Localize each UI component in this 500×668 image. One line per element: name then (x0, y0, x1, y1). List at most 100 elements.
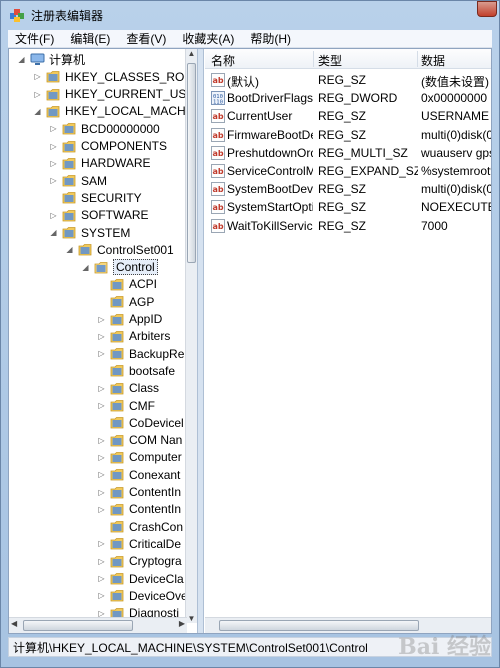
tree-node[interactable]: ◢ HKEY_LOCAL_MACHINE (33, 103, 197, 120)
expand-arrow-icon[interactable]: ▷ (49, 211, 58, 220)
tree-node-label: BCD00000000 (81, 121, 160, 136)
value-type: REG_SZ (318, 218, 367, 233)
value-name: ServiceControlManagerExtension (227, 164, 313, 178)
collapse-arrow-icon[interactable]: ◢ (17, 55, 26, 64)
tree-node[interactable]: ▷ CMF (97, 397, 155, 414)
value-row[interactable]: abWaitToKillServiceTimeout REG_SZ 7000 (205, 217, 491, 235)
tree-scroll-thumb[interactable] (187, 63, 196, 263)
value-row[interactable]: 010 110 BootDriverFlags REG_DWORD 0x00000000… (205, 89, 491, 107)
list-hscroll-thumb[interactable] (219, 620, 419, 631)
expand-arrow-icon[interactable]: ▷ (97, 574, 106, 583)
collapse-arrow-icon[interactable]: ◢ (81, 263, 90, 272)
tree-node[interactable]: ▷ HKEY_CURRENT_USER (33, 86, 197, 103)
column-data-header[interactable]: 数据 (421, 52, 445, 69)
tree-node-label: SOFTWARE (81, 208, 149, 223)
tree-node[interactable]: AGP (97, 293, 154, 310)
expand-arrow-icon[interactable]: ▷ (97, 470, 106, 479)
tree-node[interactable]: ▷ COMPONENTS (49, 138, 167, 155)
expand-arrow-icon[interactable]: ▷ (97, 315, 106, 324)
expand-arrow-icon[interactable]: ▷ (97, 436, 106, 445)
value-row[interactable]: abServiceControlManagerExtension REG_EXPA… (205, 162, 491, 180)
tree-node[interactable]: ▷ ContentIn (97, 484, 181, 501)
scroll-left-arrow-icon[interactable]: ◀ (11, 619, 17, 628)
expand-arrow-icon[interactable]: ▷ (97, 332, 106, 341)
expand-arrow-icon[interactable]: ▷ (97, 384, 106, 393)
tree-node[interactable]: ▷ Class (97, 380, 159, 397)
expand-arrow-icon[interactable]: ▷ (49, 176, 58, 185)
title-bar[interactable]: 注册表编辑器 (1, 1, 499, 29)
tree-node[interactable]: ▷ BackupRe (97, 345, 184, 362)
expand-arrow-icon[interactable]: ▷ (97, 453, 106, 462)
collapse-arrow-icon[interactable]: ◢ (65, 245, 74, 254)
menu-file[interactable]: 文件(F) (12, 30, 57, 47)
tree-node[interactable]: bootsafe (97, 362, 175, 379)
folder-icon (110, 589, 129, 602)
tree-node[interactable]: ◢ 计算机 (17, 51, 85, 68)
string-icon: ab (211, 200, 225, 215)
value-type: REG_SZ (318, 200, 367, 215)
tree-node[interactable]: ▷ Computer (97, 449, 181, 466)
value-row[interactable]: abPreshutdownOrder REG_MULTI_SZ wuauserv g… (205, 144, 491, 162)
column-name-header[interactable]: 名称 (211, 52, 235, 69)
tree-node[interactable]: ▷ DeviceOve (97, 587, 187, 604)
expand-arrow-icon[interactable]: ▷ (97, 505, 106, 514)
tree-node[interactable]: ▷ ContentIn (97, 501, 181, 518)
tree-node[interactable]: CoDevicel (97, 414, 184, 431)
string-icon: ab (211, 73, 225, 87)
tree-horizontal-scrollbar[interactable]: ◀ ▶ (9, 617, 187, 633)
tree-node[interactable]: ◢ ControlSet001 (65, 241, 173, 258)
value-row[interactable]: abSystemStartOptions REG_SZ NOEXECUTE= (205, 198, 491, 216)
string-icon: ab (211, 109, 225, 124)
tree-node[interactable]: ▷ AppID (97, 311, 162, 328)
value-row[interactable]: abFirmwareBootDevice REG_SZ multi(0)disk(0 (205, 126, 491, 144)
expand-arrow-icon[interactable]: ▷ (49, 142, 58, 151)
tree-node[interactable]: ▷ SAM (49, 172, 107, 189)
collapse-arrow-icon[interactable]: ◢ (33, 107, 42, 116)
tree-node[interactable]: CrashCon (97, 518, 183, 535)
expand-arrow-icon[interactable]: ▷ (97, 349, 106, 358)
tree-node[interactable]: ▷ HKEY_CLASSES_ROOT (33, 68, 197, 85)
value-row[interactable]: ab (默认) REG_SZ (数值未设置) (205, 71, 491, 89)
tree-node[interactable]: ACPI (97, 276, 157, 293)
scroll-up-arrow-icon[interactable]: ▲ (187, 49, 196, 58)
tree-node[interactable]: ▷ HARDWARE (49, 155, 150, 172)
binary-icon: 010 110 (211, 91, 225, 106)
close-button[interactable] (477, 1, 497, 17)
expand-arrow-icon[interactable]: ▷ (33, 90, 42, 99)
tree-node[interactable]: ▷ SOFTWARE (49, 207, 149, 224)
expand-arrow-icon[interactable]: ▷ (49, 159, 58, 168)
collapse-arrow-icon[interactable]: ◢ (49, 228, 58, 237)
values-list[interactable]: 名称 类型 数据 ab (默认) REG_SZ (数值未设置) 010 110 BootDr… (205, 49, 491, 633)
tree-hscroll-thumb[interactable] (23, 620, 133, 631)
expand-arrow-icon[interactable]: ▷ (97, 488, 106, 497)
menu-view[interactable]: 查看(V) (123, 30, 169, 47)
tree-node-label: BackupRe (129, 346, 185, 361)
menu-edit[interactable]: 编辑(E) (67, 30, 113, 47)
tree-node[interactable]: ▷ Cryptogra (97, 553, 181, 570)
tree-node[interactable]: ◢ Control (81, 259, 158, 276)
expand-arrow-icon[interactable]: ▷ (49, 124, 58, 133)
tree-node[interactable]: ◢ SYSTEM (49, 224, 130, 241)
expand-arrow-icon[interactable]: ▷ (97, 557, 106, 566)
expand-arrow-icon[interactable]: ▷ (97, 591, 106, 600)
column-type-header[interactable]: 类型 (318, 52, 342, 69)
scroll-down-arrow-icon[interactable]: ▼ (187, 614, 196, 623)
value-row[interactable]: abSystemBootDevice REG_SZ multi(0)disk(0 (205, 180, 491, 198)
tree-node[interactable]: ▷ CriticalDe (97, 535, 181, 552)
tree-node[interactable]: ▷ Arbiters (97, 328, 170, 345)
tree-node[interactable]: ▷ Conexant (97, 466, 180, 483)
expand-arrow-icon[interactable]: ▷ (33, 72, 42, 81)
scroll-right-arrow-icon[interactable]: ▶ (179, 619, 185, 628)
tree-node[interactable]: ▷ BCD00000000 (49, 120, 160, 137)
registry-tree[interactable]: ◢ 计算机 ▷ HKEY_CLASSES_ROOT ▷ HKEY_CURRENT_USER… (9, 49, 197, 633)
menu-favorites[interactable]: 收藏夹(A) (179, 30, 237, 47)
tree-node[interactable]: ▷ DeviceCla (97, 570, 183, 587)
tree-node[interactable]: SECURITY (49, 189, 142, 206)
tree-node[interactable]: ▷ COM Nan (97, 432, 182, 449)
expand-arrow-icon[interactable]: ▷ (97, 539, 106, 548)
menu-help[interactable]: 帮助(H) (247, 30, 294, 47)
value-row[interactable]: ab CurrentUser REG_SZ USERNAME (205, 107, 491, 125)
tree-vertical-scrollbar[interactable]: ▲ ▼ (185, 49, 197, 623)
expand-arrow-icon[interactable]: ▷ (97, 401, 106, 410)
pane-splitter[interactable] (197, 49, 204, 633)
